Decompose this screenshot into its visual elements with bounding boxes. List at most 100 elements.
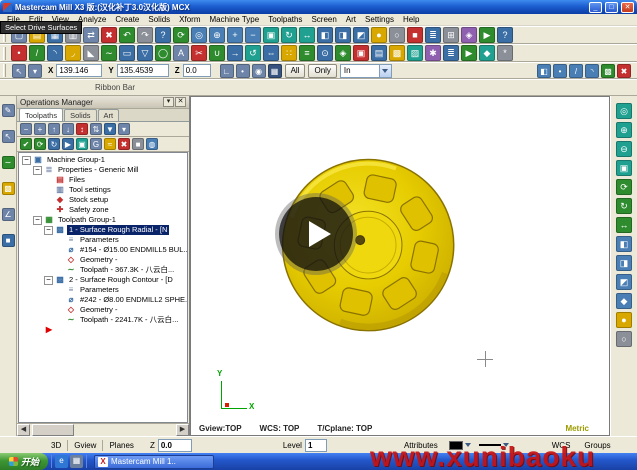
tree-item-op1-parameters[interactable]: ≡ Parameters bbox=[19, 235, 187, 245]
om-backplot-icon[interactable]: ▶ bbox=[62, 138, 74, 150]
tree-item-safety-zone[interactable]: ✚ Safety zone bbox=[19, 205, 187, 215]
right-gview-iso-icon[interactable]: ◆ bbox=[616, 293, 632, 309]
level-manager-icon[interactable]: ≣ bbox=[425, 27, 441, 43]
menu-solids[interactable]: Solids bbox=[145, 15, 173, 24]
trim-break-icon[interactable]: ✂ bbox=[191, 45, 207, 61]
backplot-icon[interactable]: ▶ bbox=[461, 45, 477, 61]
join-entities-icon[interactable]: ∪ bbox=[209, 45, 225, 61]
operations-horizontal-scrollbar[interactable]: ◀ ▶ bbox=[17, 423, 189, 436]
convert-icon[interactable]: ⇄ bbox=[83, 27, 99, 43]
delete-entity-icon[interactable]: ✖ bbox=[101, 27, 117, 43]
curve-strip-icon[interactable]: ∼ bbox=[2, 156, 15, 169]
right-wireframe-icon[interactable]: ○ bbox=[616, 331, 632, 347]
tree-item-op2-toolpath[interactable]: ∼ Toolpath - 2241.7K - 八云白... bbox=[19, 315, 187, 325]
right-gview-top-icon[interactable]: ◧ bbox=[616, 236, 632, 252]
statusbar-gview-button[interactable]: Gview bbox=[71, 441, 99, 450]
menu-xform[interactable]: Xform bbox=[176, 15, 203, 24]
undo-icon[interactable]: ↶ bbox=[119, 27, 135, 43]
grid-icon[interactable]: ⊞ bbox=[443, 27, 459, 43]
scrollbar-thumb[interactable] bbox=[32, 424, 74, 436]
graphics-viewport[interactable]: Y X Gview:TOP WCS: TOP T/Cplane: TOP Met… bbox=[190, 96, 610, 436]
right-shade-icon[interactable]: ● bbox=[616, 312, 632, 328]
create-ellipse-icon[interactable]: ◯ bbox=[155, 45, 171, 61]
om-options-icon[interactable]: ▾ bbox=[118, 123, 130, 135]
tree-item-label[interactable]: #242 - Ø8.00 ENDMILL2 SPHE... bbox=[78, 295, 188, 305]
pan-icon[interactable]: ↔ bbox=[299, 27, 315, 43]
statusbar-level-button[interactable]: Level bbox=[280, 441, 305, 450]
tree-item-label[interactable]: Properties - Generic Mill bbox=[56, 165, 140, 175]
tree-item-label[interactable]: Parameters bbox=[78, 285, 121, 295]
tree-item-label[interactable]: Stock setup bbox=[67, 195, 110, 205]
tree-item-files[interactable]: ▤ Files bbox=[19, 175, 187, 185]
solids-strip-icon[interactable]: ■ bbox=[2, 234, 15, 247]
tree-item-label[interactable]: Machine Group-1 bbox=[45, 155, 107, 165]
z-coord-input[interactable] bbox=[183, 64, 211, 77]
face-toolpath-icon[interactable]: ▤ bbox=[371, 45, 387, 61]
quick-mask-all-icon[interactable]: ◧ bbox=[537, 64, 551, 78]
quick-mask-arcs-icon[interactable]: ◝ bbox=[585, 64, 599, 78]
tab-art[interactable]: Art bbox=[98, 109, 120, 121]
selection-mode-combo[interactable]: In bbox=[340, 64, 392, 78]
menu-art[interactable]: Art bbox=[343, 15, 359, 24]
pocket-toolpath-icon[interactable]: ▣ bbox=[353, 45, 369, 61]
dynamic-rotate-icon[interactable]: ↻ bbox=[281, 27, 297, 43]
om-move-up-icon[interactable]: ↑ bbox=[48, 123, 60, 135]
video-play-button[interactable] bbox=[279, 197, 353, 271]
part-model[interactable] bbox=[191, 97, 609, 435]
tree-item-label[interactable]: Geometry - bbox=[78, 305, 120, 315]
entity-color-icon[interactable]: ■ bbox=[407, 27, 423, 43]
om-scroll-icon[interactable]: ⇅ bbox=[90, 123, 102, 135]
tree-item-label[interactable]: #154 - Ø15.00 ENDMILL5 BUL... bbox=[78, 245, 188, 255]
right-rotate-icon[interactable]: ↻ bbox=[616, 198, 632, 214]
tree-item-label[interactable]: Toolpath - 2241.7K - 八云白... bbox=[78, 315, 180, 325]
tree-item-stock-setup[interactable]: ◆ Stock setup bbox=[19, 195, 187, 205]
tree-item-label[interactable]: Geometry - bbox=[78, 255, 120, 265]
menu-screen[interactable]: Screen bbox=[308, 15, 339, 24]
select-all-button[interactable]: All bbox=[285, 64, 306, 78]
close-button[interactable]: ✕ bbox=[621, 2, 634, 13]
tree-item-op2[interactable]: − ▩ 2 - Surface Rough Contour - [D bbox=[19, 275, 187, 285]
tree-item-label[interactable]: Tool settings bbox=[67, 185, 113, 195]
tree-item-properties[interactable]: − ≣ Properties - Generic Mill bbox=[19, 165, 187, 175]
select-only-button[interactable]: Only bbox=[308, 64, 336, 78]
statusbar-z-input[interactable] bbox=[158, 439, 192, 452]
panel-close-button[interactable]: ✕ bbox=[175, 97, 186, 107]
om-delete-icon[interactable]: ✖ bbox=[118, 138, 130, 150]
scroll-right-icon[interactable]: ▶ bbox=[176, 424, 189, 436]
right-zoom-window-icon[interactable]: ◎ bbox=[616, 103, 632, 119]
xform-mirror-icon[interactable]: ⇔ bbox=[263, 45, 279, 61]
gnomon-icon[interactable]: ∟ bbox=[220, 64, 234, 78]
om-select-all-icon[interactable]: ✔ bbox=[20, 138, 32, 150]
tree-item-op1-toolpath[interactable]: ∼ Toolpath - 367.3K - 八云白... bbox=[19, 265, 187, 275]
tree-expander-icon[interactable]: − bbox=[33, 166, 42, 175]
xform-scale-icon[interactable]: ∷ bbox=[281, 45, 297, 61]
tree-item-label[interactable]: Parameters bbox=[78, 235, 121, 245]
quick-mask-points-icon[interactable]: • bbox=[553, 64, 567, 78]
select-strip-icon[interactable]: ↖ bbox=[2, 130, 15, 143]
tree-item-label[interactable]: 2 - Surface Rough Contour - [D bbox=[67, 275, 175, 285]
quick-launch-desktop-icon[interactable]: ▦ bbox=[70, 455, 83, 468]
zoom-window-icon[interactable]: ◎ bbox=[191, 27, 207, 43]
tree-item-op2-geometry[interactable]: ◇ Geometry - bbox=[19, 305, 187, 315]
point-mode-icon[interactable]: • bbox=[236, 64, 250, 78]
tree-item-op1-geometry[interactable]: ◇ Geometry - bbox=[19, 255, 187, 265]
autocursor-arrow-icon[interactable]: ↖ bbox=[12, 64, 26, 78]
title-bar[interactable]: Mastercam Mill X3 版:(汉化补丁3.0汉化版) MCX _ □… bbox=[0, 0, 637, 14]
zoom-target-icon[interactable]: ⊕ bbox=[209, 27, 225, 43]
start-button[interactable]: 开始 bbox=[0, 453, 48, 470]
om-move-down-icon[interactable]: ↓ bbox=[62, 123, 74, 135]
create-chamfer-icon[interactable]: ◣ bbox=[83, 45, 99, 61]
shading-icon[interactable]: ● bbox=[371, 27, 387, 43]
statusbar-planes-button[interactable]: Planes bbox=[106, 441, 136, 450]
tree-item-label[interactable]: Safety zone bbox=[67, 205, 111, 215]
combo-dropdown-button[interactable] bbox=[379, 65, 391, 77]
xform-offset-icon[interactable]: ≡ bbox=[299, 45, 315, 61]
quick-launch-ie-icon[interactable]: e bbox=[55, 455, 68, 468]
tree-item-machine-group[interactable]: − ▣ Machine Group-1 bbox=[19, 155, 187, 165]
minimize-button[interactable]: _ bbox=[589, 2, 602, 13]
right-gview-side-icon[interactable]: ◩ bbox=[616, 274, 632, 290]
verify-solid-icon[interactable]: ◆ bbox=[479, 45, 495, 61]
insert-arrow-icon[interactable]: ▶ bbox=[19, 325, 187, 335]
quick-mask-lines-icon[interactable]: / bbox=[569, 64, 583, 78]
xform-rotate-icon[interactable]: ↺ bbox=[245, 45, 261, 61]
